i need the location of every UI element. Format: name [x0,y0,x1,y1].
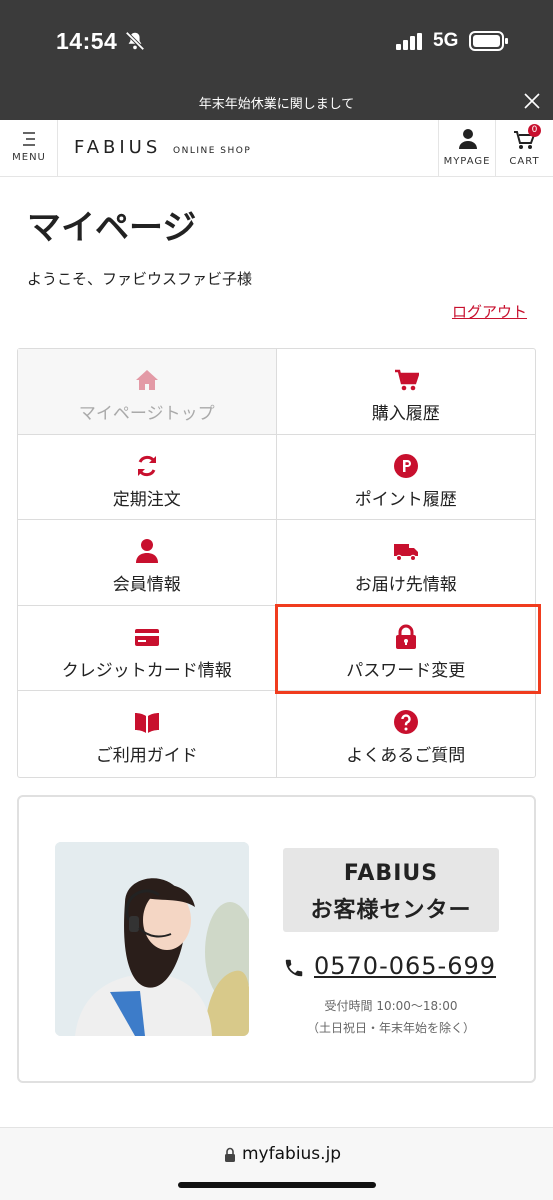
user-icon [135,539,158,564]
center-brand: FABIUS [343,861,439,886]
menu-item-password-change[interactable]: パスワード変更 [276,606,535,692]
menu-item-label: パスワード変更 [346,660,466,681]
browser-address-bar[interactable]: myfabius.jp [0,1127,553,1200]
refresh-icon [137,455,156,476]
book-icon [134,713,159,734]
menu-item-mypage-top[interactable]: マイページトップ [18,349,277,435]
close-icon[interactable] [523,92,541,110]
page-title: マイページ [27,208,197,248]
phone-icon [285,959,303,977]
lock-icon [395,624,416,649]
cart-label: CART [509,156,540,167]
hamburger-icon [23,132,35,146]
credit-card-icon [134,628,159,646]
menu-item-purchase-history[interactable]: 購入履歴 [276,349,535,435]
menu-item-subscription[interactable]: 定期注文 [18,434,277,521]
lock-icon [225,1147,235,1162]
cart-count-badge: 0 [528,124,541,137]
battery-icon [469,31,508,51]
customer-center-badge: FABIUS お客様センター [283,848,499,932]
network-type: 5G [433,30,459,51]
customer-center-card: FABIUS お客様センター 0570-065-699 受付時間 10:00〜1… [17,795,536,1083]
notice-text[interactable]: 年末年始休業に関しまして [0,93,553,112]
menu-item-label: よくあるご質問 [346,746,466,767]
menu-item-member-info[interactable]: 会員情報 [18,520,277,606]
point-icon [393,453,418,478]
mypage-label: MYPAGE [443,156,491,167]
welcome-text: ようこそ、ファビウスファビ子様 [27,270,253,288]
menu-item-point-history[interactable]: ポイント履歴 [276,435,535,521]
menu-item-label: マイページトップ [78,404,215,424]
bell-muted-icon [125,31,145,51]
site-header: MENU FABIUS ONLINE SHOP MYPAGE 0 CART [0,120,553,177]
site-logo[interactable]: FABIUS ONLINE SHOP [74,137,251,158]
status-bar: 14:54 5G [0,0,553,84]
menu-item-label: 購入履歴 [371,404,440,424]
menu-item-label: お届け先情報 [354,575,457,596]
menu-item-label: ポイント履歴 [354,489,457,510]
menu-item-credit-card[interactable]: クレジットカード情報 [18,605,277,692]
menu-item-label: 定期注文 [112,489,181,510]
business-hours-note: （土日祝日・年末年始を除く） [306,1021,475,1035]
menu-item-label: クレジットカード情報 [61,660,232,681]
home-icon [135,370,158,390]
home-indicator[interactable] [178,1182,376,1188]
status-time: 14:54 [56,28,118,54]
logo-main: FABIUS [74,137,162,158]
logout-link[interactable]: ログアウト [452,301,527,322]
center-name: お客様センター [310,898,472,923]
menu-item-label: ご利用ガイド [95,746,198,767]
menu-item-delivery-info[interactable]: お届け先情報 [276,520,535,606]
notice-bar[interactable]: 年末年始休業に関しまして [0,84,553,120]
user-icon [459,129,477,149]
menu-button[interactable]: MENU [0,120,58,177]
menu-label: MENU [12,152,46,163]
mypage-button[interactable]: MYPAGE [438,120,495,177]
mypage-menu-grid: マイページトップ 購入履歴 定期注文 ポイント履歴 会員情報 お届け先情報 クレ… [17,348,536,778]
menu-item-user-guide[interactable]: ご利用ガイド [18,691,277,777]
phone-number-link[interactable]: 0570-065-699 [314,952,496,980]
url-text[interactable]: myfabius.jp [242,1144,341,1164]
question-icon [393,710,418,735]
menu-item-faq[interactable]: よくあるご質問 [277,691,536,777]
business-hours: 受付時間 10:00〜18:00 [324,999,458,1013]
operator-photo [55,842,249,1036]
signal-icon [396,33,422,50]
logo-sub: ONLINE SHOP [173,146,252,156]
cart-button[interactable]: 0 CART [495,120,553,177]
truck-icon [393,544,418,562]
cart-icon [394,369,419,391]
menu-item-label: 会員情報 [112,575,181,596]
